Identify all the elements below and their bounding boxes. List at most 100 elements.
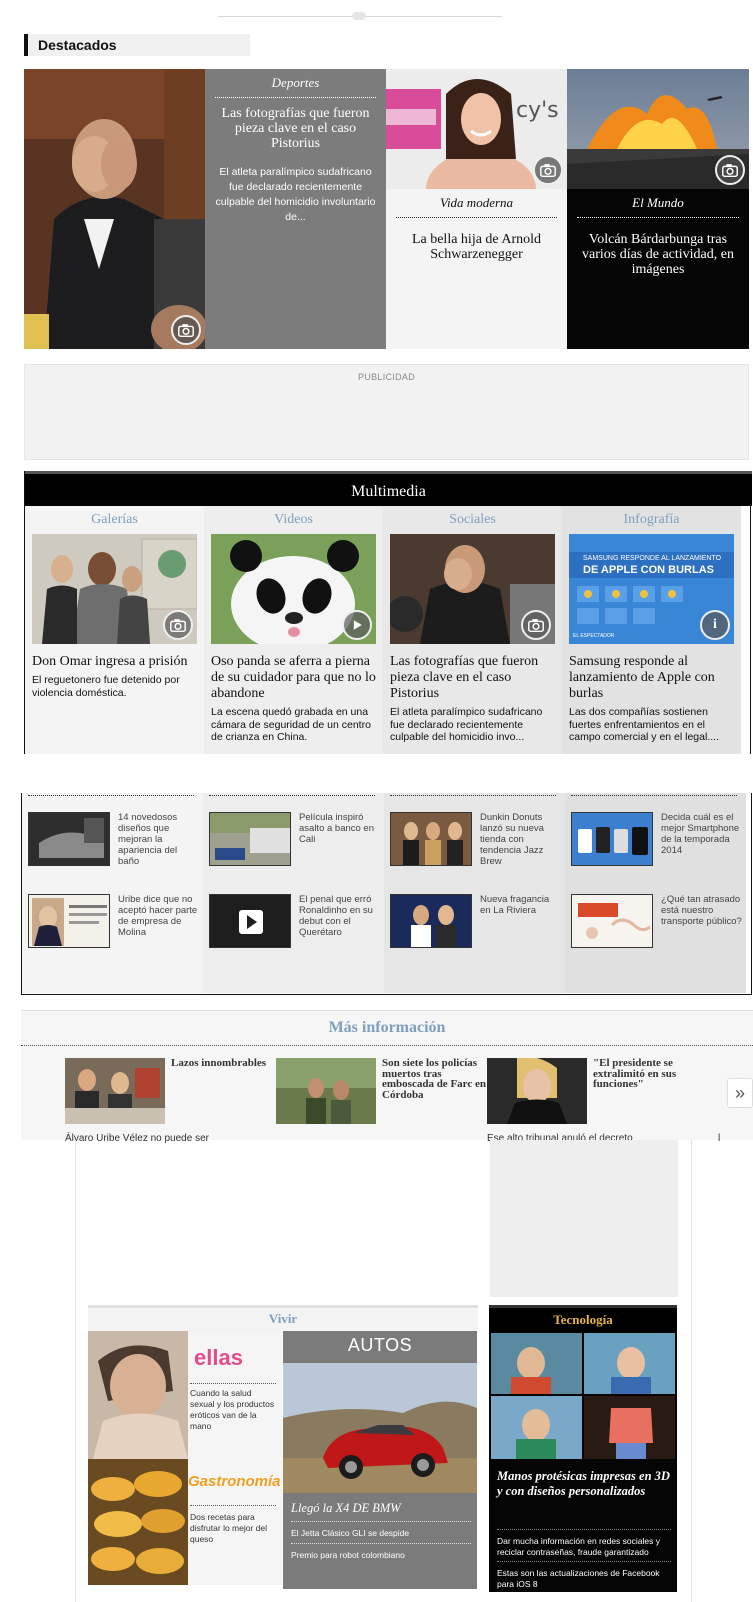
grid-thumbnail[interactable]: [571, 812, 653, 866]
vivir-autos-panel[interactable]: AUTOS Llegó la X4 DE BMW El Jetta Clásic…: [283, 1331, 477, 1589]
mas-info-headline[interactable]: Lazos innombrables: [171, 1058, 275, 1069]
card-category[interactable]: El Mundo: [577, 195, 739, 217]
infographic-footer: EL ESPECTADOR: [573, 633, 615, 639]
mas-info-thumbnail[interactable]: [65, 1058, 165, 1124]
section-title-tecnologia: Tecnología: [489, 1305, 677, 1333]
multimedia-image-galerias[interactable]: [32, 534, 197, 644]
multimedia-section: Multimedia Galerías Don Omar ingresa a p…: [24, 471, 752, 754]
vivir-gastronomia-item[interactable]: Gastronomía Dos recetas para disfrutar l…: [88, 1459, 282, 1585]
grid-thumbnail[interactable]: [390, 894, 472, 948]
multimedia-image-videos[interactable]: [211, 534, 376, 644]
grid-item-title[interactable]: ¿Qué tan atrasado está nuestro transport…: [661, 894, 743, 927]
mas-info-thumbnail[interactable]: [487, 1058, 587, 1124]
multimedia-item-title[interactable]: Don Omar ingresa a prisión: [32, 654, 197, 670]
destacados-card-el-mundo[interactable]: El Mundo Volcán Bárdarbunga tras varios …: [567, 189, 749, 349]
destacados-photo-volcan[interactable]: [567, 69, 749, 189]
tab-videos[interactable]: Videos: [211, 506, 376, 534]
autos-link-2[interactable]: Premio para robot colombiano: [291, 1543, 471, 1560]
bmw-x4-illustration: [283, 1363, 477, 1493]
multimedia-item-title[interactable]: Las fotografías que fueron pieza clave e…: [390, 654, 555, 702]
card-description: El atleta paralímpico sudafricano fue de…: [215, 166, 376, 223]
side-ad-placeholder[interactable]: [490, 1140, 678, 1297]
svg-text:cy's: cy's: [516, 98, 559, 123]
grid-item-title[interactable]: 14 novedosos diseños que mejoran la apar…: [118, 812, 200, 867]
grid-divider: [571, 795, 737, 796]
camera-icon: [521, 610, 551, 640]
camera-icon: [171, 315, 201, 345]
card-title[interactable]: Volcán Bárdarbunga tras varios días de a…: [577, 232, 739, 277]
tecnologia-link-2[interactable]: Estas son las actualizaciones de Faceboo…: [497, 1561, 671, 1590]
next-arrow-button[interactable]: »: [727, 1078, 753, 1108]
grid-item-title[interactable]: Dunkin Donuts lanzó su nueva tienda con …: [480, 812, 562, 867]
tab-galerias[interactable]: Galerías: [32, 506, 197, 534]
card-category[interactable]: Vida moderna: [396, 195, 557, 217]
grid-column-galerias: 14 novedosos diseños que mejoran la apar…: [22, 793, 203, 993]
grid-item-title[interactable]: El penal que erró Ronaldinho en su debut…: [299, 894, 381, 938]
grid-thumbnail[interactable]: [571, 894, 653, 948]
mas-info-item[interactable]: Son siete los policías muertos tras embo…: [276, 1058, 486, 1141]
tecnologia-panel: Manos protésicas impresas en 3D y con di…: [489, 1333, 677, 1592]
destacados-photo-pistorius[interactable]: [24, 69, 205, 349]
ellas-text[interactable]: Cuando la salud sexual y los productos e…: [190, 1388, 278, 1432]
grid-divider: [390, 795, 556, 796]
card-category[interactable]: Deportes: [215, 75, 376, 97]
destacados-card-vida-moderna[interactable]: Vida moderna La bella hija de Arnold Sch…: [386, 189, 567, 349]
multimedia-image-infografia[interactable]: SAMSUNG RESPONDE AL LANZAMIENTO DE APPLE…: [569, 534, 734, 644]
tab-infografia[interactable]: Infografía: [569, 506, 734, 534]
grid-item-title[interactable]: Uribe dice que no aceptó hacer parte de …: [118, 894, 200, 938]
grid-item-title[interactable]: Película inspiró asalto a banco en Cali: [299, 812, 381, 845]
prosthetic-hands-illustration[interactable]: [491, 1333, 675, 1459]
camera-icon: [715, 155, 745, 185]
mas-info-item[interactable]: "El presidente se extralimitó en sus fun…: [487, 1058, 697, 1144]
play-icon: [210, 895, 290, 947]
autos-link-1[interactable]: El Jetta Clásico GLI se despide: [291, 1521, 471, 1538]
card-title[interactable]: La bella hija de Arnold Schwarzenegger: [396, 232, 557, 262]
grid-thumbnail[interactable]: [390, 812, 472, 866]
multimedia-item-title[interactable]: Oso panda se aferra a pierna de su cuida…: [211, 654, 376, 702]
gastronomia-logo[interactable]: Gastronomía: [188, 1473, 281, 1490]
grid-thumbnail[interactable]: [28, 812, 110, 866]
mas-info-thumbnail[interactable]: [276, 1058, 376, 1124]
camera-icon: [163, 610, 193, 640]
gastronomia-text[interactable]: Dos recetas para disfrutar lo mejor del …: [190, 1512, 278, 1545]
grid-column-sociales: Dunkin Donuts lanzó su nueva tienda con …: [384, 793, 565, 993]
grid-thumbnail[interactable]: [209, 894, 291, 948]
tecnologia-headline[interactable]: Manos protésicas impresas en 3D y con di…: [497, 1469, 672, 1498]
mas-info-headline[interactable]: Son siete los policías muertos tras embo…: [382, 1058, 486, 1101]
card-divider: [215, 97, 376, 98]
card-title[interactable]: Las fotografías que fueron pieza clave e…: [215, 106, 376, 151]
tab-sociales[interactable]: Sociales: [390, 506, 555, 534]
grid-divider: [28, 795, 194, 796]
infographic-banner-main: DE APPLE CON BURLAS: [583, 564, 714, 576]
multimedia-item-desc: El reguetonero fue detenido por violenci…: [32, 674, 180, 699]
mas-info-headline[interactable]: "El presidente se extralimitó en sus fun…: [593, 1058, 697, 1090]
grid-column-videos: Película inspiró asalto a banco en Cali …: [203, 793, 384, 993]
grid-item-title[interactable]: Decida cuál es el mejor Smartphone de la…: [661, 812, 743, 856]
autos-headline[interactable]: Llegó la X4 DE BMW: [291, 1501, 471, 1516]
multimedia-column-videos: Videos Oso panda se aferra a pierna de s…: [204, 506, 383, 754]
mas-info-item[interactable]: Lazos innombrables Álvaro Uribe Vélez no…: [65, 1058, 275, 1144]
destacados-card-deportes[interactable]: Deportes Las fotografías que fueron piez…: [205, 69, 386, 349]
cheese-illustration: [88, 1459, 188, 1585]
section-divider: [21, 1045, 753, 1046]
grid-thumbnail[interactable]: [28, 894, 110, 948]
ellas-logo[interactable]: ellas: [194, 1345, 243, 1371]
multimedia-image-sociales[interactable]: [390, 534, 555, 644]
destacados-photo-schwarzenegger[interactable]: cy's: [386, 69, 567, 189]
multimedia-column-sociales: Sociales Las fotografías que fueron piez…: [383, 506, 562, 754]
tecnologia-link-1[interactable]: Dar mucha información en redes sociales …: [497, 1529, 671, 1558]
destacados-grid: Deportes Las fotografías que fueron piez…: [24, 69, 749, 349]
section-title-vivir: Vivir: [88, 1305, 478, 1331]
multimedia-item-title[interactable]: Samsung responde al lanzamiento de Apple…: [569, 654, 734, 702]
vivir-ellas-item[interactable]: ellas Cuando la salud sexual y los produ…: [88, 1331, 282, 1459]
grid-thumbnail[interactable]: [209, 812, 291, 866]
section-title-destacados: Destacados: [24, 34, 250, 56]
multimedia-item-desc: El atleta paralímpico sudafricano fue de…: [390, 706, 543, 743]
autos-label[interactable]: AUTOS: [283, 1335, 477, 1356]
grid-item-title[interactable]: Nueva fragancia en La Riviera: [480, 894, 562, 916]
card-divider: [396, 217, 557, 218]
ad-banner[interactable]: PUBLICIDAD: [24, 364, 749, 460]
ellas-illustration: [88, 1331, 188, 1459]
multimedia-more-grid: 14 novedosos diseños que mejoran la apar…: [21, 793, 752, 995]
camera-icon: [533, 155, 563, 185]
